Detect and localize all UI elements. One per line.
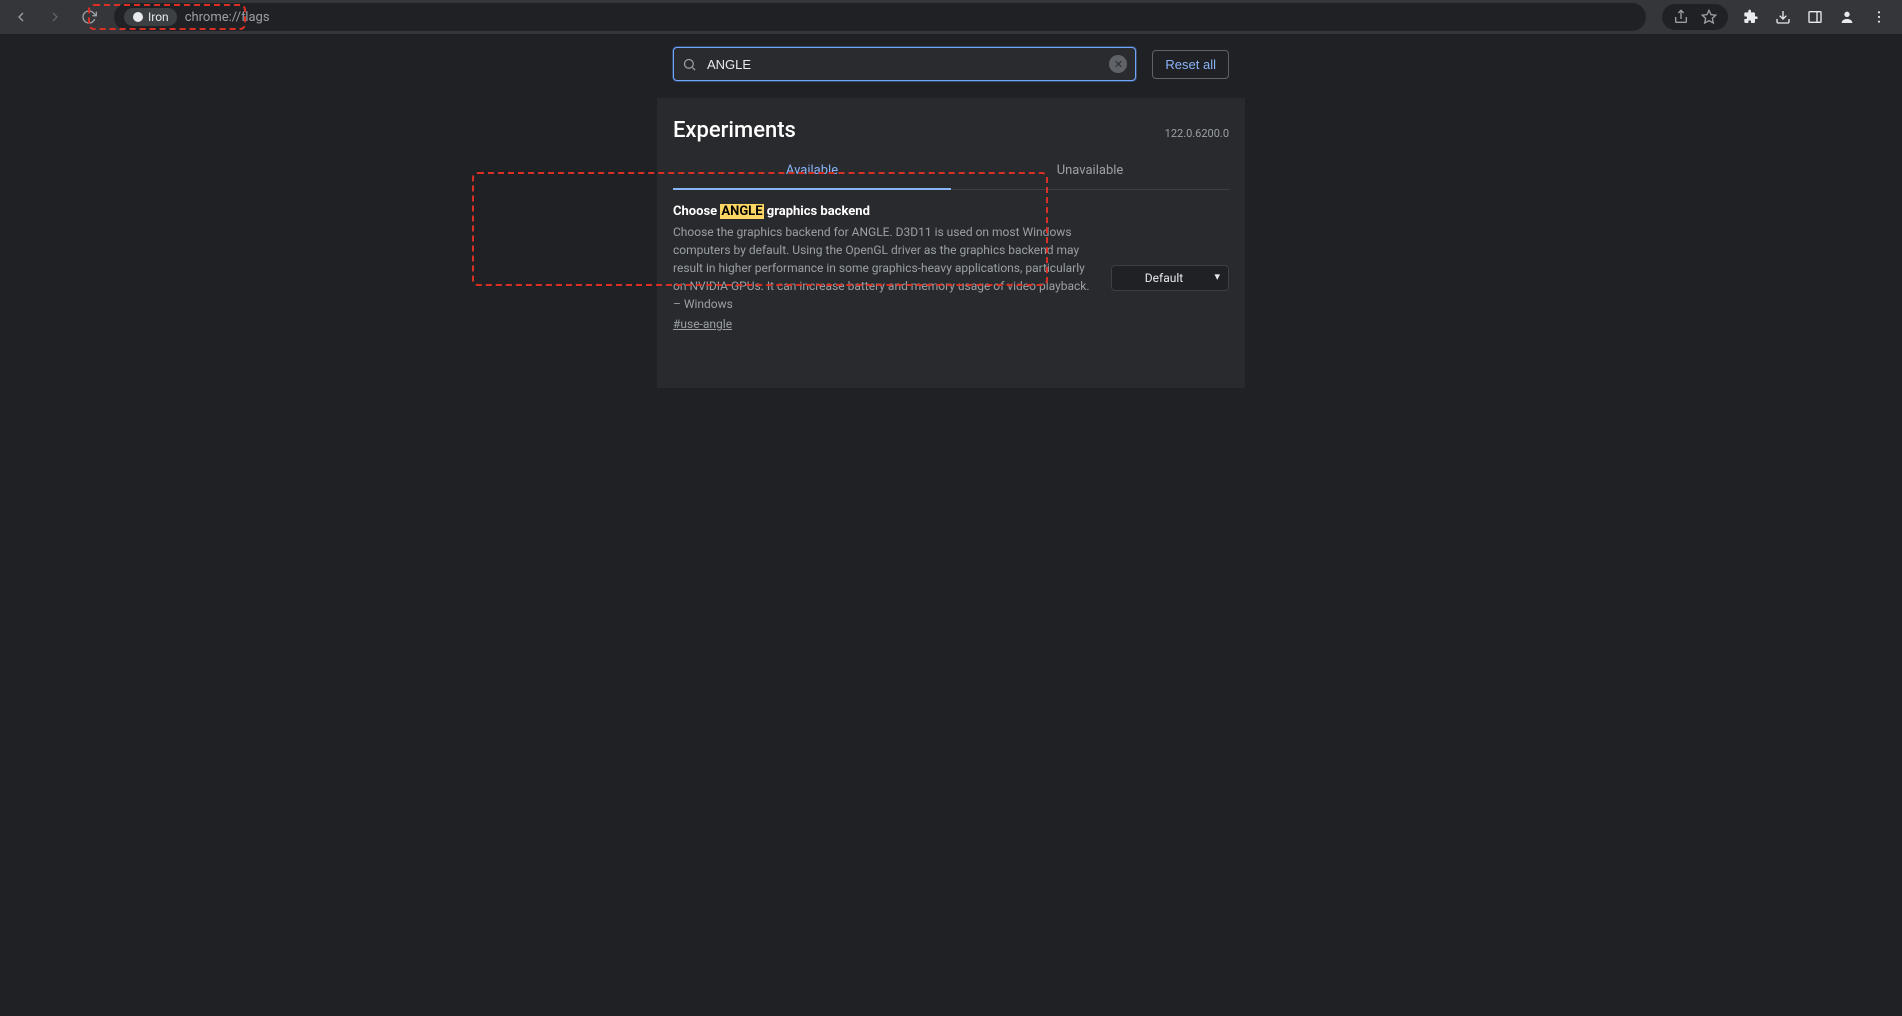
tabs: Available Unavailable bbox=[673, 153, 1229, 190]
omnibox-actions bbox=[1662, 4, 1728, 30]
forward-button[interactable] bbox=[42, 4, 68, 30]
search-input[interactable] bbox=[707, 57, 1099, 72]
flag-title-post: graphics backend bbox=[764, 204, 870, 219]
menu-dots-icon[interactable] bbox=[1870, 8, 1888, 26]
browser-toolbar: Iron chrome://flags bbox=[0, 0, 1902, 34]
back-button[interactable] bbox=[8, 4, 34, 30]
iron-icon bbox=[132, 11, 144, 23]
url-text: chrome://flags bbox=[185, 10, 270, 25]
reload-button[interactable] bbox=[76, 4, 102, 30]
tab-unavailable[interactable]: Unavailable bbox=[951, 153, 1229, 189]
search-icon bbox=[682, 57, 697, 72]
search-row: ✕ Reset all bbox=[657, 40, 1245, 88]
flag-control: Default bbox=[1111, 204, 1229, 332]
extensions-icon[interactable] bbox=[1742, 8, 1760, 26]
page: ✕ Reset all Experiments 122.0.6200.0 Ava… bbox=[0, 34, 1902, 1016]
card-header: Experiments 122.0.6200.0 bbox=[673, 114, 1229, 153]
address-bar[interactable]: Iron chrome://flags bbox=[114, 3, 1646, 31]
site-chip: Iron bbox=[124, 8, 177, 26]
reset-all-button[interactable]: Reset all bbox=[1152, 50, 1229, 79]
search-box[interactable]: ✕ bbox=[673, 47, 1136, 81]
tab-available[interactable]: Available bbox=[673, 153, 951, 190]
page-title: Experiments bbox=[673, 118, 796, 143]
site-chip-label: Iron bbox=[148, 10, 169, 24]
share-icon[interactable] bbox=[1672, 8, 1690, 26]
flag-title: Choose ANGLE graphics backend bbox=[673, 204, 1095, 219]
flag-anchor-link[interactable]: #use-angle bbox=[673, 317, 732, 331]
experiments-card: Experiments 122.0.6200.0 Available Unava… bbox=[657, 98, 1245, 388]
flag-dropdown[interactable]: Default bbox=[1111, 265, 1229, 291]
bookmark-star-icon[interactable] bbox=[1700, 8, 1718, 26]
flag-description: Choose the graphics backend for ANGLE. D… bbox=[673, 223, 1095, 313]
flag-row: Choose ANGLE graphics backend Choose the… bbox=[673, 190, 1229, 342]
download-icon[interactable] bbox=[1774, 8, 1792, 26]
profile-icon[interactable] bbox=[1838, 8, 1856, 26]
toolbar-right bbox=[1662, 4, 1894, 30]
flag-info: Choose ANGLE graphics backend Choose the… bbox=[673, 204, 1095, 332]
flag-title-pre: Choose bbox=[673, 204, 720, 219]
clear-search-icon[interactable]: ✕ bbox=[1109, 55, 1127, 73]
flag-title-highlight: ANGLE bbox=[720, 204, 763, 219]
sidepanel-icon[interactable] bbox=[1806, 8, 1824, 26]
content-column: ✕ Reset all Experiments 122.0.6200.0 Ava… bbox=[657, 40, 1245, 1016]
version-label: 122.0.6200.0 bbox=[1165, 127, 1229, 140]
